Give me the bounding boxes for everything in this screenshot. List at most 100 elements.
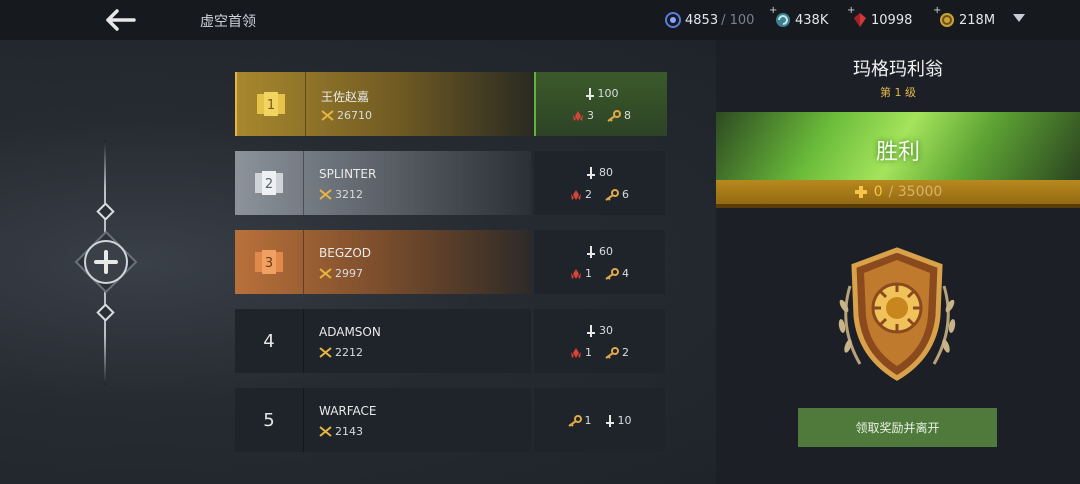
result-text: 胜利 — [875, 140, 920, 165]
sword-icon — [585, 87, 594, 100]
power-value: 26710 — [337, 109, 372, 122]
loot-stats: 1 4 — [534, 267, 665, 280]
attack-value: 10 — [617, 414, 632, 427]
red-crystal-icon — [573, 110, 583, 121]
silver-banner-icon: 2 — [255, 171, 283, 195]
progress-current: 0 — [873, 184, 883, 200]
key-count: 6 — [622, 188, 629, 201]
key-icon — [567, 414, 582, 427]
sword-icon — [587, 245, 595, 258]
power-value: 2212 — [335, 346, 363, 359]
leaderboard-row[interactable]: 5 WARFACE 2143 1 10 — [235, 388, 665, 452]
loot-stats: 1 2 — [534, 346, 665, 359]
player-card: 1 王佐赵嘉 26710 — [235, 72, 533, 136]
claim-reward-button[interactable]: 领取奖励并离开 — [798, 408, 997, 447]
player-power: 3212 — [319, 188, 363, 201]
rank-number: 3 — [265, 256, 273, 271]
player-card: 2 SPLINTER 3212 — [235, 151, 531, 215]
player-name: BEGZOD — [319, 246, 372, 260]
energy-resource[interactable]: 4853 / 100 — [665, 0, 754, 40]
player-power: 2143 — [319, 425, 363, 438]
attack-value: 60 — [599, 245, 613, 258]
attack-stat: 30 — [534, 324, 665, 337]
swirl-resource[interactable]: + 438K — [769, 0, 829, 40]
key-count: 8 — [624, 109, 631, 122]
leaderboard-row[interactable]: 4 ADAMSON 2212 30 1 2 — [235, 309, 665, 373]
crossed-swords-icon — [319, 189, 332, 200]
plus-icon — [854, 186, 867, 198]
energy-icon — [665, 12, 681, 28]
player-name: WARFACE — [319, 404, 377, 418]
back-arrow-icon[interactable] — [100, 6, 140, 34]
player-stats: 1 10 — [534, 388, 665, 452]
power-value: 2143 — [335, 425, 363, 438]
rank-badge: 3 — [235, 230, 304, 294]
crossed-swords-icon — [319, 268, 332, 279]
progress-track — [716, 204, 1080, 208]
gold-banner-icon: 1 — [257, 92, 285, 116]
attack-stat: 80 — [534, 166, 665, 179]
gem-value: 10998 — [871, 12, 913, 28]
crossed-swords-icon — [319, 347, 332, 358]
loot-stats: 2 6 — [534, 188, 665, 201]
key-count: 1 — [584, 414, 592, 427]
key-icon — [607, 109, 621, 122]
player-power: 2212 — [319, 346, 363, 359]
crossed-swords-icon — [319, 426, 332, 437]
leaderboard-row[interactable]: 2 SPLINTER 3212 80 2 6 — [235, 151, 665, 215]
rank-number: 1 — [267, 98, 275, 113]
progress-text: 0 / 35000 — [716, 184, 1080, 200]
sword-icon — [587, 166, 595, 179]
player-stats: 80 2 6 — [534, 151, 665, 215]
swirl-value: 438K — [795, 12, 829, 28]
rank-number: 4 — [235, 309, 304, 373]
key-count: 2 — [622, 346, 629, 359]
reward-progress: 0 / 35000 — [716, 180, 1080, 208]
leaderboard-row[interactable]: 3 BEGZOD 2997 60 1 4 — [235, 230, 665, 294]
player-power: 2997 — [319, 267, 363, 280]
shield-emblem-icon — [838, 247, 956, 381]
add-icon: + — [933, 5, 942, 16]
energy-max: / 100 — [721, 12, 755, 28]
red-count: 3 — [587, 109, 594, 122]
red-crystal-icon — [571, 347, 581, 358]
player-stats: 30 1 2 — [534, 309, 665, 373]
crossed-swords-icon — [321, 110, 334, 121]
gold-resource[interactable]: + 218M — [933, 0, 996, 40]
rank-number: 5 — [235, 388, 304, 452]
rank-badge: 2 — [235, 151, 304, 215]
attack-value: 30 — [599, 324, 613, 337]
page-title: 虚空首领 — [200, 14, 256, 30]
energy-value: 4853 — [685, 12, 719, 28]
sword-icon — [587, 324, 595, 337]
player-card: 5 WARFACE 2143 — [235, 388, 531, 452]
boss-level: 第 1 级 — [880, 86, 916, 99]
player-name: 王佐赵嘉 — [321, 90, 370, 104]
attack-value: 100 — [597, 87, 619, 100]
red-count: 2 — [585, 188, 592, 201]
player-stats: 100 3 8 — [534, 72, 667, 136]
leaderboard-row[interactable]: 1 王佐赵嘉 26710 100 3 8 — [235, 72, 667, 136]
key-count: 4 — [622, 267, 629, 280]
attack-stat: 100 — [536, 87, 667, 100]
rank-number: 2 — [265, 177, 273, 192]
top-bar: 虚空首领 4853 / 100 + 438K + 10998 + 218M — [0, 0, 1080, 40]
red-count: 1 — [585, 267, 592, 280]
add-icon: + — [769, 5, 778, 16]
gold-value: 218M — [959, 12, 996, 28]
add-button[interactable] — [74, 230, 138, 294]
power-value: 3212 — [335, 188, 363, 201]
rank-badge: 1 — [237, 72, 306, 136]
loot-stats: 1 10 — [534, 414, 665, 427]
boss-name: 玛格玛利翁 — [853, 59, 943, 80]
gold-coin-icon — [940, 13, 954, 27]
swirl-icon — [776, 13, 790, 27]
sword-icon — [605, 414, 614, 427]
key-icon — [605, 188, 619, 201]
gem-resource[interactable]: + 10998 — [847, 0, 913, 40]
player-stats: 60 1 4 — [534, 230, 665, 294]
victory-banner: 胜利 — [716, 112, 1080, 180]
chevron-down-icon[interactable] — [1013, 14, 1025, 22]
player-name: SPLINTER — [319, 167, 377, 181]
progress-total: / 35000 — [888, 184, 943, 200]
